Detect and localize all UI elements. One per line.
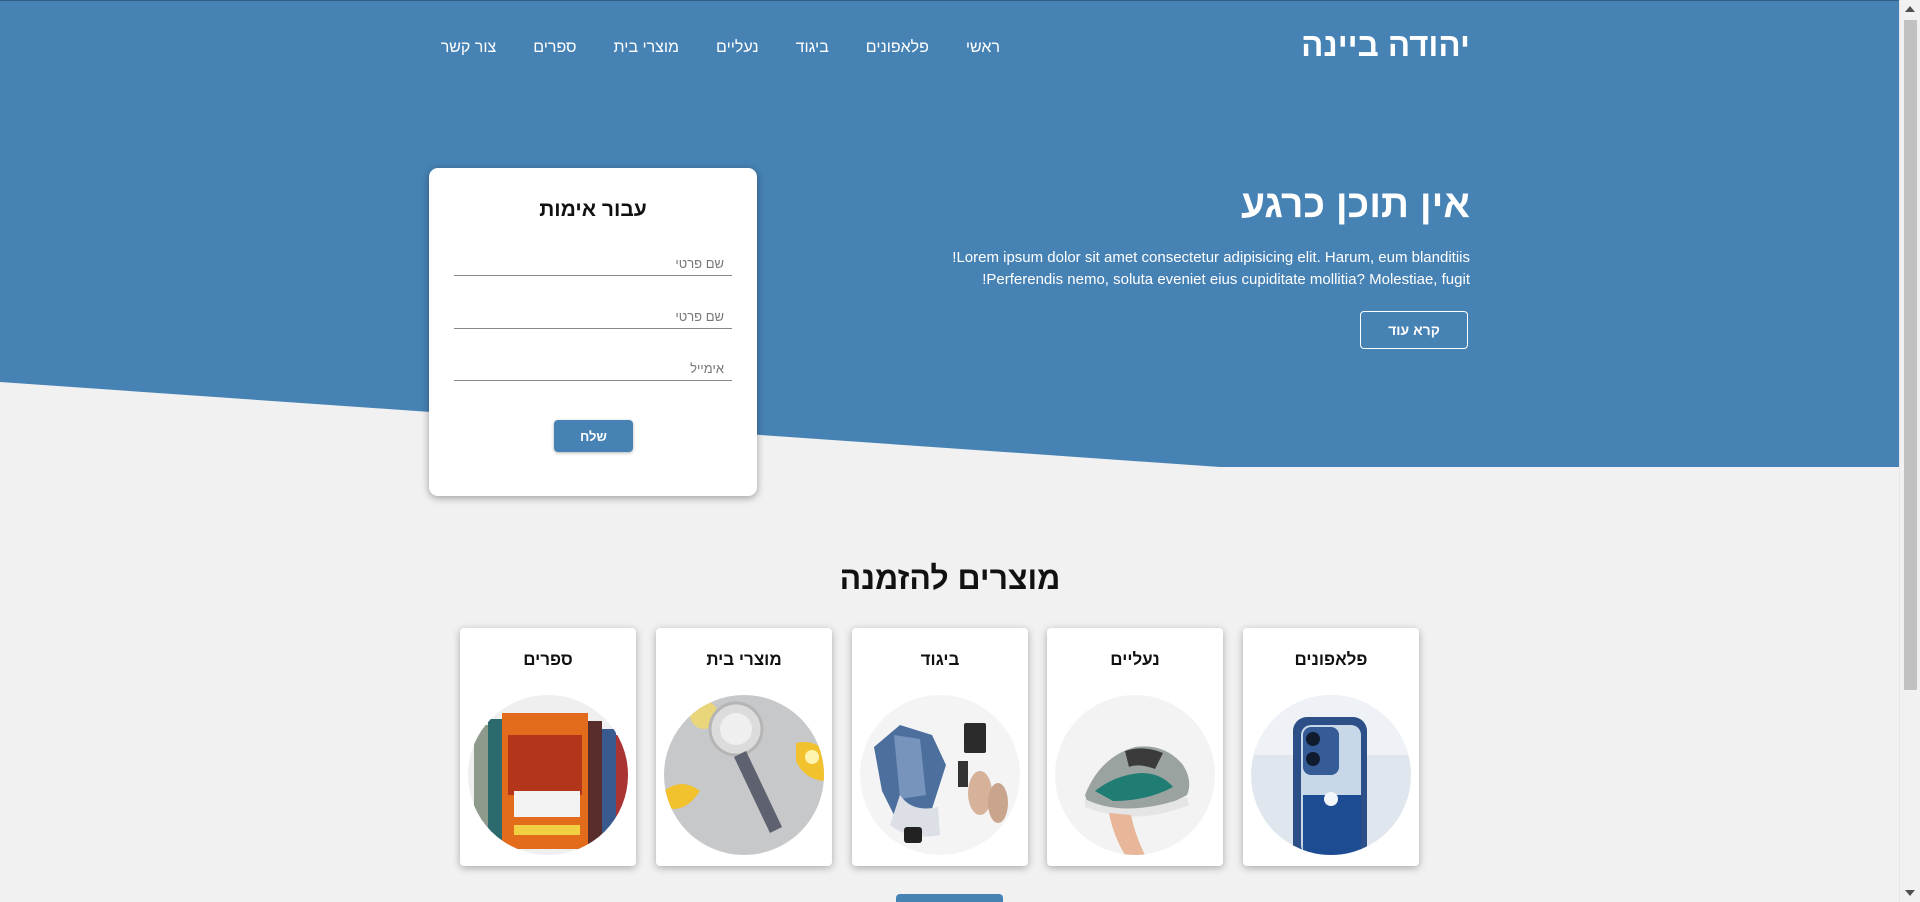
juicer-image [664,695,824,855]
nav-item-books[interactable]: ספרים [533,39,576,57]
products-title: מוצרים להזמנה [839,560,1061,596]
hero-background [0,0,1899,467]
product-card-home[interactable]: מוצרי בית [656,628,832,866]
product-title: נעליים [1110,650,1160,669]
scroll-thumb[interactable] [1904,20,1917,690]
nav-item-home[interactable]: ראשי [966,39,1000,57]
form-title: עבור אימות [539,198,647,221]
scroll-down-arrow-icon[interactable] [1905,890,1915,896]
page: יהודה ביינה ראשי פלאפונים ביגוד נעליים מ… [0,0,1899,902]
email-field[interactable] [454,357,732,381]
hero-text: Lorem ipsum dolor sit amet consectetur a… [930,247,1470,291]
first-name-field[interactable] [454,252,732,276]
verification-form: עבור אימות שלח [429,168,757,496]
hero-text-line: Perferendis nemo, soluta eveniet eius cu… [982,271,1470,288]
product-title: מוצרי בית [706,650,782,669]
product-card-books[interactable]: ספרים [460,628,636,866]
nav-item-shoes[interactable]: נעליים [716,39,759,57]
books-image [468,695,628,855]
top-border [0,0,1899,1]
hero-title: אין תוכן כרגע [1240,183,1470,226]
site-logo[interactable]: יהודה ביינה [1260,26,1470,64]
clothing-image [860,695,1020,855]
product-title: ספרים [523,650,573,669]
product-card-phones[interactable]: פלאפונים [1243,628,1419,866]
nav-item-contact[interactable]: צור קשר [441,39,497,57]
product-title: פלאפונים [1294,650,1368,669]
main-nav: ראשי פלאפונים ביגוד נעליים מוצרי בית ספר… [440,36,1000,60]
submit-button[interactable]: שלח [554,420,633,452]
sneaker-image [1055,695,1215,855]
page-scrollbar[interactable] [1899,0,1920,902]
read-more-button[interactable]: קרא עוד [1360,311,1468,349]
nav-item-clothing[interactable]: ביגוד [796,39,829,57]
product-title: ביגוד [920,650,960,669]
phone-image [1251,695,1411,855]
nav-item-phones[interactable]: פלאפונים [866,39,929,57]
product-card-shoes[interactable]: נעליים [1047,628,1223,866]
hero-text-line: Lorem ipsum dolor sit amet consectetur a… [952,249,1470,266]
second-name-field[interactable] [454,305,732,329]
nav-item-home-products[interactable]: מוצרי בית [614,39,679,57]
more-products-button[interactable] [896,894,1003,902]
product-card-clothing[interactable]: ביגוד [852,628,1028,866]
scroll-up-arrow-icon[interactable] [1905,6,1915,12]
